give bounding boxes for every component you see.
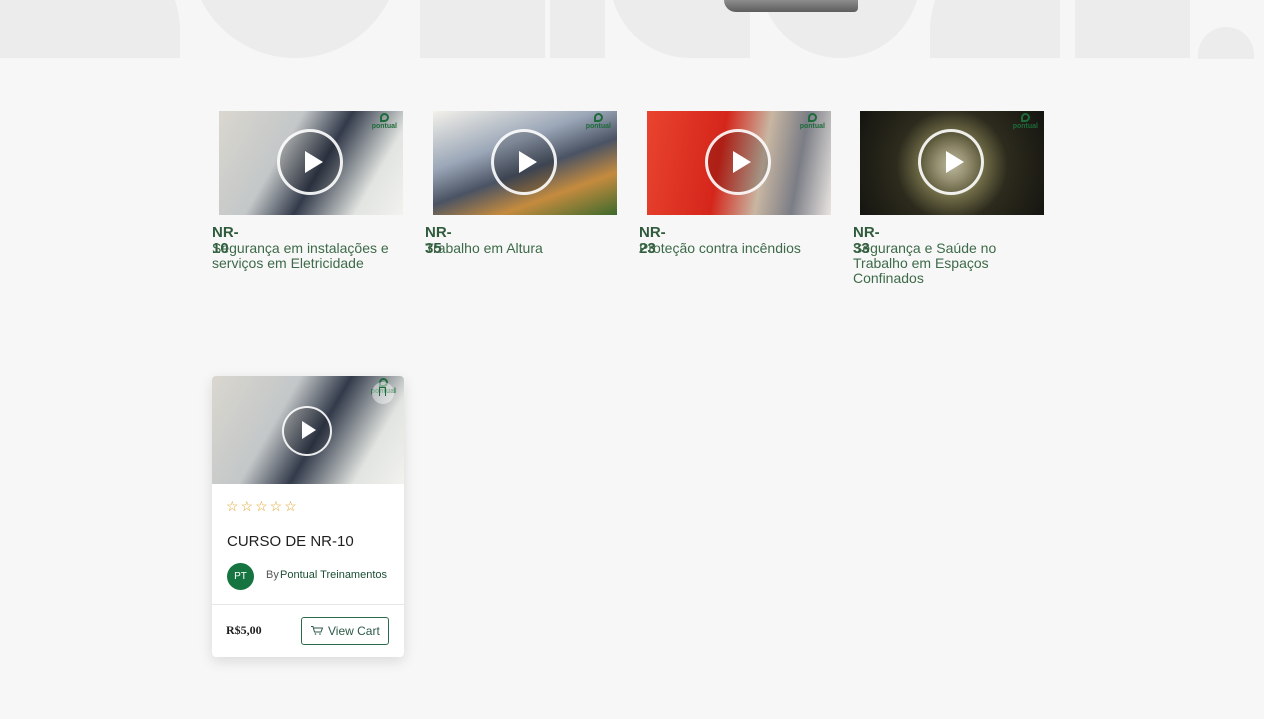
pontual-logo: pontual bbox=[586, 113, 611, 131]
hero-background bbox=[0, 0, 1264, 59]
view-cart-button[interactable]: View Cart bbox=[301, 617, 389, 645]
author-name-link[interactable]: Pontual Treinamentos bbox=[280, 569, 387, 581]
product-price: R$5,00 bbox=[226, 623, 262, 637]
card-divider bbox=[212, 604, 404, 605]
author-avatar: PT bbox=[227, 563, 254, 590]
author-prefix: By bbox=[266, 569, 279, 581]
bookmark-icon[interactable] bbox=[372, 382, 394, 404]
pontual-logo: pontual bbox=[372, 113, 397, 131]
course-video-thumbnail[interactable]: pontual bbox=[433, 111, 617, 215]
product-thumbnail[interactable]: pontual bbox=[212, 376, 404, 484]
hero-letter-shape bbox=[930, 0, 1060, 58]
hero-letter-shape bbox=[550, 0, 605, 58]
hero-letter-shape bbox=[420, 0, 545, 58]
hero-letter-shape bbox=[1075, 0, 1190, 58]
course-video-thumbnail[interactable]: pontual bbox=[219, 111, 403, 215]
course-description: Trabalho em Altura bbox=[425, 240, 543, 256]
play-icon[interactable] bbox=[705, 129, 771, 195]
course-video-thumbnail[interactable]: pontual bbox=[647, 111, 831, 215]
course-description: Proteção contra incêndios bbox=[639, 240, 801, 256]
play-icon[interactable] bbox=[918, 129, 984, 195]
play-icon[interactable] bbox=[491, 129, 557, 195]
rating-stars: ☆☆☆☆☆ bbox=[226, 498, 299, 514]
hero-letter-shape bbox=[0, 0, 180, 58]
play-icon[interactable] bbox=[277, 129, 343, 195]
pontual-logo: pontual bbox=[800, 113, 825, 131]
hero-letter-shape bbox=[190, 0, 400, 58]
device-image bbox=[724, 0, 858, 12]
product-card[interactable]: pontual ☆☆☆☆☆ CURSO DE NR-10 PT By Pontu… bbox=[212, 376, 404, 657]
hero-letter-shape bbox=[1198, 27, 1254, 59]
view-cart-label: View Cart bbox=[328, 624, 380, 638]
play-icon[interactable] bbox=[282, 406, 332, 456]
pontual-logo: pontual bbox=[1013, 113, 1038, 131]
cart-icon bbox=[311, 626, 323, 635]
product-title[interactable]: CURSO DE NR-10 bbox=[227, 533, 354, 550]
course-video-thumbnail[interactable]: pontual bbox=[860, 111, 1044, 215]
course-description: Segurança e Saúde no Trabalho em Espaços… bbox=[853, 240, 997, 286]
course-description: Segurança em instalações e serviços em E… bbox=[212, 240, 389, 271]
